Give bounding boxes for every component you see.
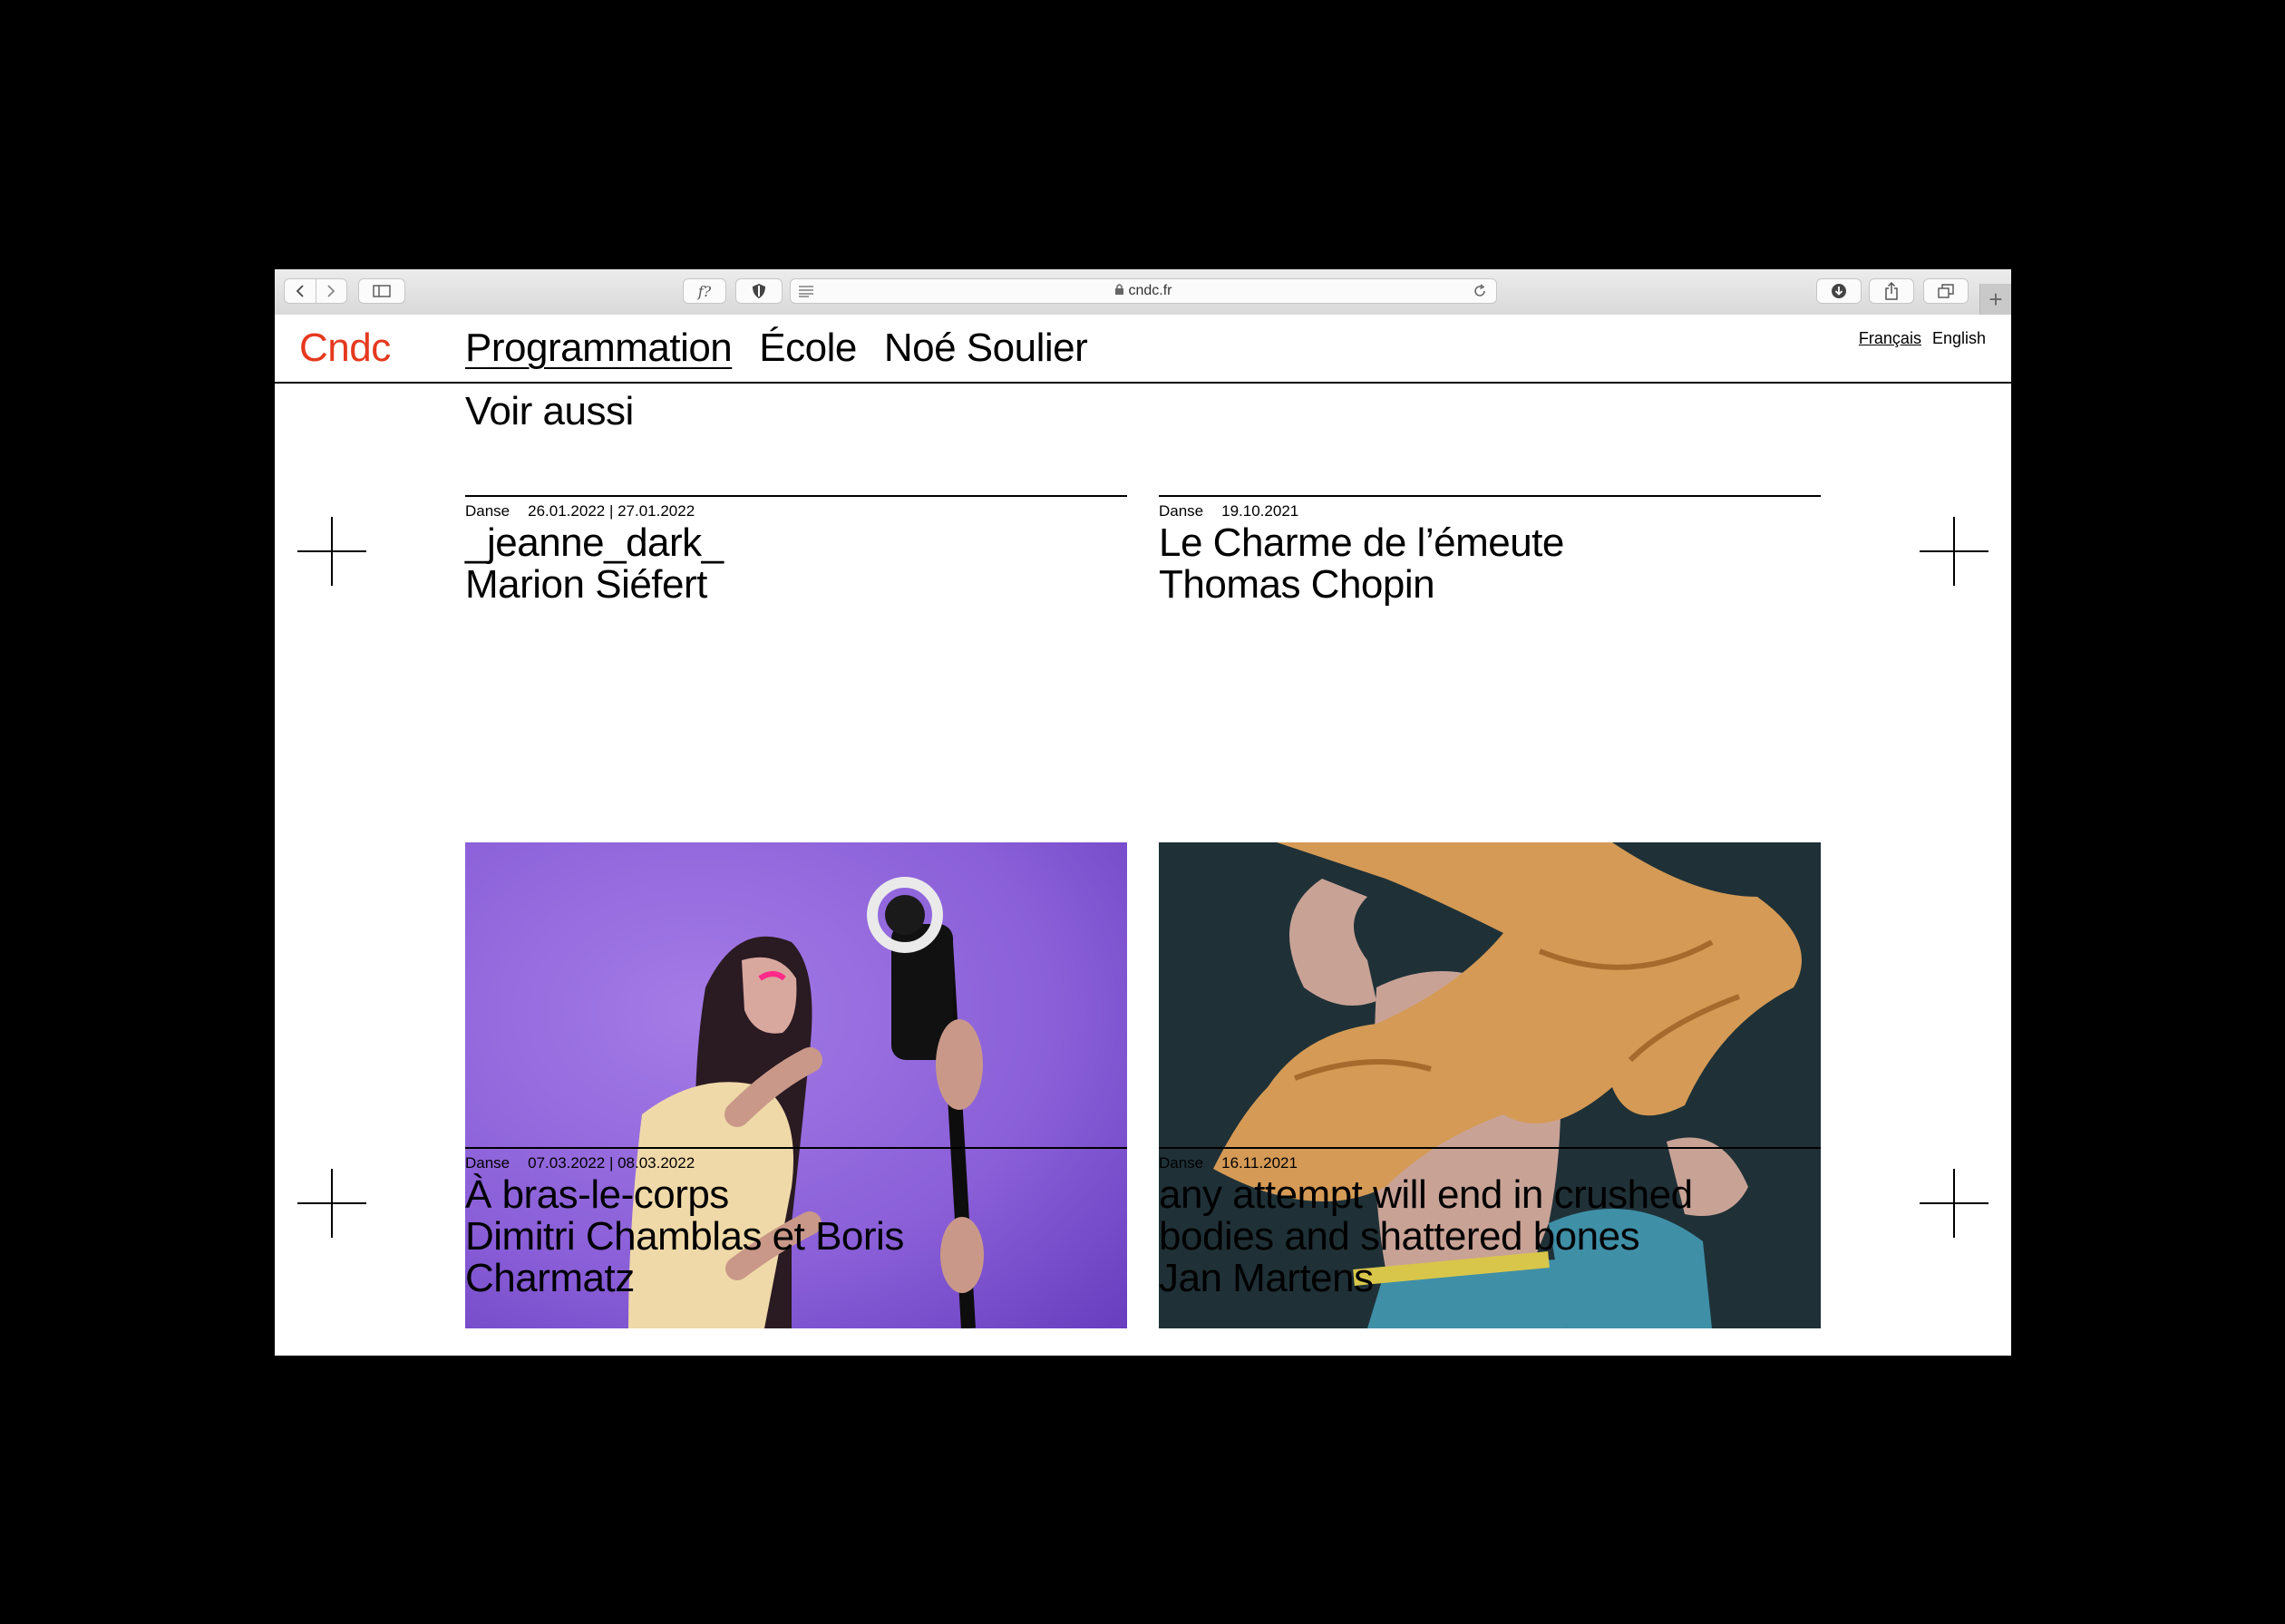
event-card[interactable]: Danse 07.03.2022 | 08.03.2022 À bras-le-c…	[465, 1147, 1127, 1299]
chevron-left-icon	[296, 285, 304, 297]
card-title[interactable]: _jeanne_dark_ Marion Siéfert	[465, 522, 1127, 606]
crosshair-mark	[297, 1169, 366, 1238]
card-date: 07.03.2022 | 08.03.2022	[528, 1154, 695, 1172]
site-logo[interactable]: Cndc	[299, 326, 391, 371]
font-identify-button[interactable]: f?	[683, 278, 726, 304]
card-artist: Marion Siéfert	[465, 562, 707, 607]
card-divider	[465, 1147, 1127, 1149]
forward-button[interactable]	[315, 279, 347, 303]
card-title-line: _jeanne_dark_	[465, 520, 724, 565]
url-text: cndc.fr	[791, 283, 1496, 299]
event-card[interactable]: Danse 19.10.2021 Le Charme de l’émeute Th…	[1159, 495, 1821, 1328]
reload-icon[interactable]	[1473, 284, 1487, 298]
downloads-button[interactable]	[1816, 278, 1862, 304]
card-title-line: Jan Martens	[1159, 1256, 1374, 1300]
language-switcher: Français English	[1859, 329, 1986, 348]
event-card[interactable]: Danse 26.01.2022 | 27.01.2022 _jeanne_dar…	[465, 495, 1127, 1328]
lang-francais[interactable]: Français	[1859, 329, 1921, 348]
privacy-button[interactable]	[735, 278, 783, 304]
site-header: Cndc Programmation École Noé Soulier Fra…	[275, 315, 2011, 384]
card-category: Danse	[465, 1154, 510, 1172]
card-date: 19.10.2021	[1221, 502, 1299, 520]
card-meta: Danse 19.10.2021	[1159, 502, 1821, 520]
share-button[interactable]	[1869, 278, 1914, 304]
card-title[interactable]: any attempt will end in crushed bodies a…	[1159, 1174, 1821, 1299]
browser-window: f? cndc.fr + Cndc Programmation École No…	[275, 269, 2011, 1356]
back-button[interactable]	[285, 279, 316, 303]
card-title-line: Charmatz	[465, 1256, 635, 1300]
nav-ecole[interactable]: École	[759, 326, 857, 371]
new-tab-button[interactable]: +	[1979, 284, 2011, 315]
card-title-line: any attempt will end in crushed	[1159, 1172, 1693, 1217]
event-card[interactable]: Danse 16.11.2021 any attempt will end in …	[1159, 1147, 1821, 1299]
card-date: 26.01.2022 | 27.01.2022	[528, 502, 695, 520]
history-nav	[284, 278, 347, 304]
main-nav: Programmation École Noé Soulier	[465, 326, 1088, 371]
crosshair-mark	[1920, 1169, 1988, 1238]
lock-icon	[1115, 284, 1124, 295]
card-title-line: Le Charme de l’émeute	[1159, 520, 1564, 565]
card-title[interactable]: À bras-le-corps Dimitri Chamblas et Bori…	[465, 1174, 1127, 1299]
chevron-right-icon	[327, 285, 335, 297]
sidebar-icon	[373, 285, 391, 297]
card-meta: Danse 07.03.2022 | 08.03.2022	[465, 1154, 1127, 1172]
sidebar-button[interactable]	[358, 278, 405, 304]
card-artist: Thomas Chopin	[1159, 562, 1435, 607]
nav-programmation[interactable]: Programmation	[465, 326, 733, 371]
plus-icon: +	[1988, 286, 2003, 313]
card-divider	[1159, 1147, 1821, 1149]
address-bar[interactable]: cndc.fr	[790, 278, 1497, 304]
card-divider	[1159, 495, 1821, 497]
tabs-overview-button[interactable]	[1923, 278, 1969, 304]
nav-noe-soulier[interactable]: Noé Soulier	[884, 326, 1088, 371]
card-category: Danse	[1159, 502, 1204, 520]
card-title-line: bodies and shattered bones	[1159, 1214, 1640, 1259]
shield-icon	[753, 284, 765, 298]
card-meta: Danse 26.01.2022 | 27.01.2022	[465, 502, 1127, 520]
lang-english[interactable]: English	[1932, 329, 1986, 348]
download-icon	[1832, 284, 1846, 298]
card-date: 16.11.2021	[1221, 1154, 1298, 1172]
card-divider	[465, 495, 1127, 497]
section-title: Voir aussi	[465, 389, 634, 433]
card-title-line: Dimitri Chamblas et Boris	[465, 1214, 904, 1259]
share-icon	[1885, 282, 1898, 300]
card-category: Danse	[465, 502, 510, 520]
url-label: cndc.fr	[1128, 283, 1172, 298]
card-category: Danse	[1159, 1154, 1204, 1172]
tabs-icon	[1938, 284, 1954, 298]
card-title[interactable]: Le Charme de l’émeute Thomas Chopin	[1159, 522, 1821, 606]
crosshair-mark	[1920, 517, 1988, 586]
browser-toolbar: f? cndc.fr +	[275, 269, 2011, 316]
crosshair-mark	[297, 517, 366, 586]
card-meta: Danse 16.11.2021	[1159, 1154, 1821, 1172]
card-title-line: À bras-le-corps	[465, 1172, 729, 1217]
